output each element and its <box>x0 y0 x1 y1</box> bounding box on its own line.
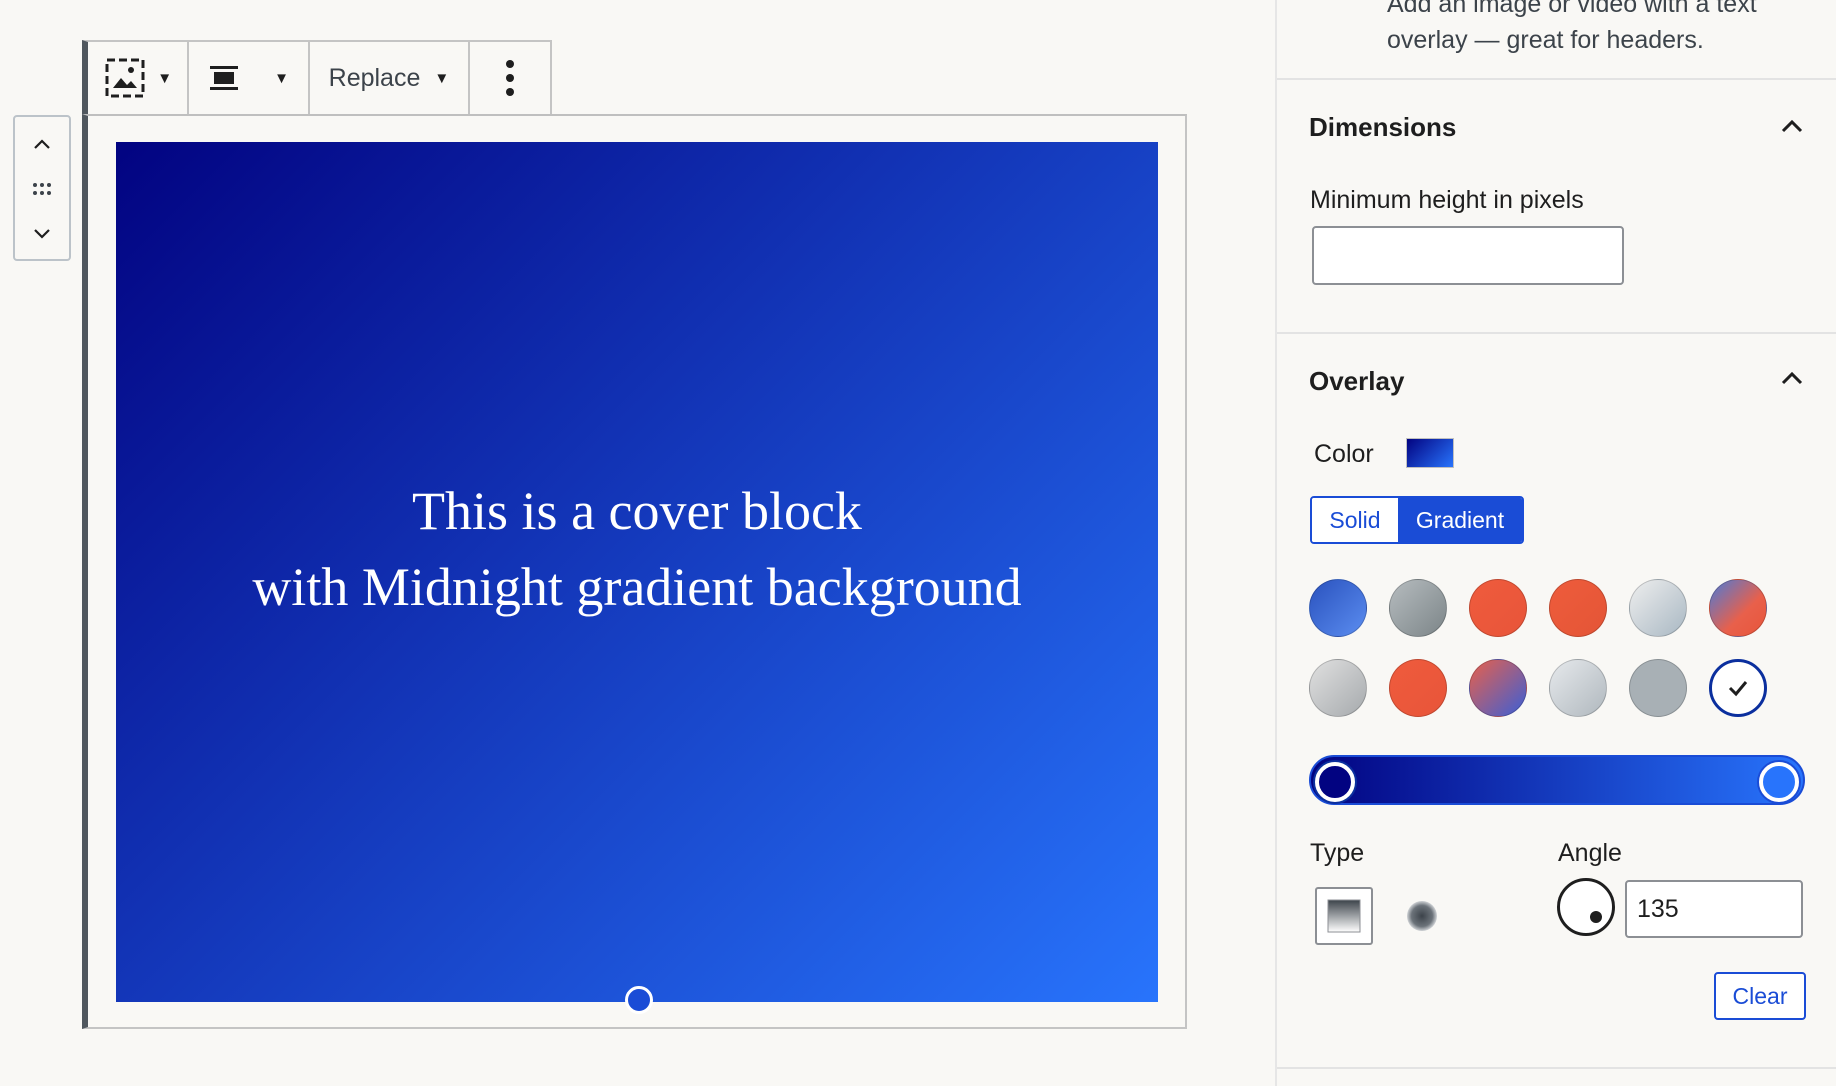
divider <box>1277 1067 1836 1069</box>
overlay-panel-title[interactable]: Overlay <box>1309 366 1404 397</box>
gradient-stop-end[interactable] <box>1759 762 1799 802</box>
replace-label: Replace <box>328 63 421 92</box>
min-height-label: Minimum height in pixels <box>1310 186 1584 214</box>
chevron-down-icon <box>34 229 50 239</box>
block-settings-sidebar: Add an image or video with a text overla… <box>1275 0 1836 1086</box>
clear-button[interactable]: Clear <box>1714 972 1806 1020</box>
custom-gradient-bar[interactable] <box>1309 755 1805 805</box>
solid-tab[interactable]: Solid <box>1312 498 1398 542</box>
angle-input[interactable]: 135 <box>1625 880 1803 938</box>
cover-block[interactable]: This is a cover block with Midnight grad… <box>116 142 1158 1002</box>
cover-text-line-2: with Midnight gradient background <box>252 557 1022 617</box>
gradient-preset-swatch[interactable] <box>1629 579 1687 637</box>
move-down-button[interactable] <box>15 213 69 253</box>
angle-label: Angle <box>1558 839 1622 867</box>
divider <box>1277 78 1836 80</box>
solid-gradient-toggle: Solid Gradient <box>1310 496 1524 544</box>
drag-handle-icon <box>33 183 51 195</box>
more-vertical-icon <box>506 60 515 96</box>
check-icon <box>1728 681 1748 697</box>
resize-handle[interactable] <box>625 986 653 1014</box>
align-center-icon <box>210 66 239 90</box>
caret-down-icon: ▼ <box>274 69 289 87</box>
dimensions-panel-title[interactable]: Dimensions <box>1309 112 1456 143</box>
overlay-color-label: Color <box>1314 440 1374 468</box>
gradient-preset-swatch[interactable] <box>1549 579 1607 637</box>
cover-image-icon <box>105 58 145 98</box>
gradient-preset-swatch[interactable] <box>1709 579 1767 637</box>
gradient-preset-swatch[interactable] <box>1709 659 1767 717</box>
cover-text[interactable]: This is a cover block with Midnight grad… <box>252 473 1021 625</box>
divider <box>1277 332 1836 334</box>
type-linear-button[interactable] <box>1315 887 1373 945</box>
gradient-preset-swatch[interactable] <box>1469 659 1527 717</box>
gradient-preset-swatch[interactable] <box>1309 659 1367 717</box>
replace-button[interactable]: Replace ▼ <box>310 42 471 114</box>
block-mover <box>13 115 71 261</box>
block-description: Add an image or video with a text overla… <box>1387 0 1827 58</box>
gradient-preset-swatch[interactable] <box>1389 659 1447 717</box>
min-height-input[interactable] <box>1312 226 1624 285</box>
move-up-button[interactable] <box>15 125 69 165</box>
drag-handle-button[interactable] <box>15 169 69 209</box>
chevron-up-icon[interactable] <box>1777 364 1807 394</box>
cover-text-line-1: This is a cover block <box>412 481 862 541</box>
gradient-preset-swatch[interactable] <box>1389 579 1447 637</box>
caret-down-icon: ▼ <box>157 69 173 87</box>
align-button[interactable]: ▼ <box>189 42 310 114</box>
gradient-tab[interactable]: Gradient <box>1398 498 1522 542</box>
angle-dial[interactable] <box>1557 878 1615 936</box>
more-options-button[interactable] <box>470 42 550 114</box>
block-type-switcher-button[interactable]: ▼ <box>88 42 190 114</box>
gradient-preset-swatch[interactable] <box>1629 659 1687 717</box>
chevron-up-icon <box>34 139 50 149</box>
block-description-line-1: Add an image or video with a text <box>1387 0 1757 18</box>
type-label: Type <box>1310 839 1365 867</box>
gradient-preset-swatch[interactable] <box>1469 579 1527 637</box>
radial-gradient-icon <box>1407 901 1437 931</box>
gradient-preset-swatch[interactable] <box>1549 659 1607 717</box>
chevron-up-icon[interactable] <box>1777 112 1807 142</box>
block-description-line-2: overlay — great for headers. <box>1387 26 1704 54</box>
gradient-stop-start[interactable] <box>1315 762 1355 802</box>
angle-dial-indicator <box>1590 911 1602 923</box>
block-toolbar: ▼ ▼ Replace ▼ <box>82 40 552 116</box>
gradient-preset-swatch[interactable] <box>1309 579 1367 637</box>
caret-down-icon: ▼ <box>434 69 450 87</box>
linear-gradient-icon <box>1327 899 1361 933</box>
overlay-color-swatch[interactable] <box>1406 438 1454 468</box>
type-radial-button[interactable] <box>1405 899 1439 933</box>
